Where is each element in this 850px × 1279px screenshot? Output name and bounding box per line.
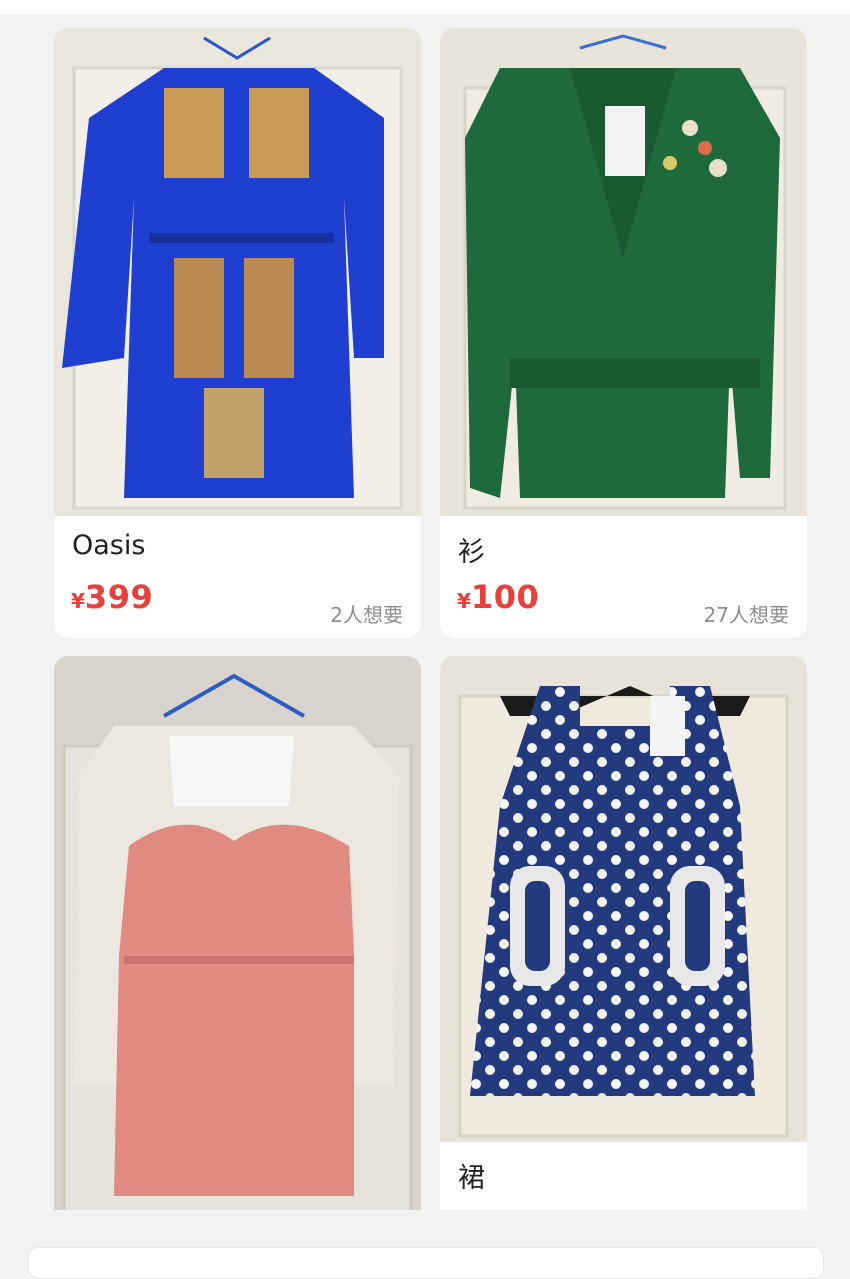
- product-card[interactable]: 衫 ¥100 27人想要: [440, 28, 807, 638]
- product-card[interactable]: 裙: [440, 656, 807, 1210]
- product-feed[interactable]: Oasis ¥399 2人想要 衫 ¥100 27人想要 裙: [0, 14, 850, 1210]
- product-price: ¥399: [71, 578, 153, 616]
- product-photo[interactable]: [440, 656, 807, 1142]
- product-title: 衫: [458, 537, 485, 568]
- want-count: 2人想要: [330, 603, 403, 627]
- product-photo[interactable]: [54, 28, 421, 516]
- top-strip: [0, 0, 850, 14]
- product-photo[interactable]: [54, 656, 421, 1210]
- currency-symbol: ¥: [457, 589, 471, 613]
- price-value: 100: [470, 578, 540, 616]
- bottom-input-field[interactable]: [28, 1247, 824, 1279]
- product-card[interactable]: Oasis ¥399 2人想要: [54, 28, 421, 638]
- blue-baroque-print-dress-photo: [54, 28, 421, 516]
- product-price: ¥100: [457, 578, 539, 616]
- navy-polka-dot-dress-photo: [440, 656, 807, 1142]
- product-title: Oasis: [72, 530, 146, 561]
- price-value: 399: [84, 578, 154, 616]
- product-card[interactable]: [54, 656, 421, 1210]
- green-cardigan-photo: [440, 28, 807, 516]
- want-count: 27人想要: [703, 603, 789, 627]
- product-title: 裙: [458, 1163, 485, 1194]
- product-photo[interactable]: [440, 28, 807, 516]
- currency-symbol: ¥: [71, 589, 85, 613]
- pink-lace-dress-photo: [54, 656, 421, 1210]
